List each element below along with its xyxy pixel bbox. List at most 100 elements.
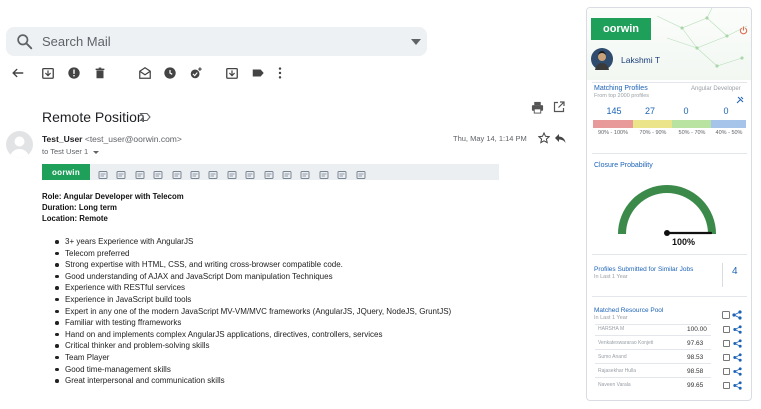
count-40-50[interactable]: 0 (711, 106, 741, 116)
resume-icon[interactable] (208, 167, 218, 179)
candidate-name[interactable]: Naveen Varala (598, 382, 631, 388)
important-marker-icon[interactable] (139, 111, 151, 123)
label-icon[interactable] (250, 65, 266, 81)
candidate-checkbox[interactable] (723, 368, 730, 375)
divider (592, 153, 747, 154)
share-icon[interactable] (733, 325, 742, 334)
sender-line: Test_User <test_user@oorwin.com> (42, 134, 182, 144)
closure-probability-title: Closure Probability (594, 162, 653, 169)
user-name: Lakshmi T (621, 55, 661, 65)
share-all-icon[interactable] (732, 310, 742, 320)
open-new-window-icon[interactable] (553, 101, 565, 113)
mark-unread-icon[interactable] (137, 65, 153, 81)
briefcase-icon[interactable] (135, 167, 145, 179)
share-icon[interactable] (733, 339, 742, 348)
share-icon[interactable] (733, 353, 742, 362)
candidate-name[interactable]: Venkateswararao Konjeti (598, 340, 653, 346)
share-icon[interactable] (733, 367, 742, 376)
search-icon[interactable] (16, 33, 33, 50)
matched-resource-pool-title: Matched Resource Pool (594, 307, 664, 314)
list-item: Team Player (53, 352, 451, 364)
note-icon[interactable] (172, 167, 182, 179)
attach-icon[interactable] (245, 167, 255, 179)
snooze-icon[interactable] (162, 65, 178, 81)
table-row[interactable]: HARSHA M 100.00 (595, 324, 751, 336)
duration-line: Duration: Long term (42, 203, 117, 213)
candidate-score: 98.53 (687, 354, 704, 361)
archive-icon[interactable] (40, 65, 56, 81)
candidate-score: 100.00 (687, 326, 707, 333)
range-bar-90-100 (593, 120, 633, 128)
search-bar[interactable]: Search Mail (6, 27, 427, 56)
range-label: 90% - 100% (598, 130, 628, 136)
matching-profiles-subtitle: From top 2000 profiles (594, 93, 650, 99)
profiles-submitted-subtitle: In Last 1 Year (594, 274, 628, 280)
print-icon[interactable] (531, 101, 544, 114)
row-divider (595, 363, 711, 364)
candidate-name[interactable]: Rajasekhar Hulla (598, 368, 636, 374)
share-icon[interactable] (733, 381, 742, 390)
power-off-icon[interactable] (739, 26, 748, 35)
filter-icon[interactable] (356, 167, 366, 179)
refresh-icon[interactable] (337, 167, 347, 179)
table-row[interactable]: Naveen Varala 99.65 (595, 380, 751, 392)
row-divider (595, 377, 711, 378)
report-spam-icon[interactable] (66, 65, 82, 81)
back-arrow-icon[interactable] (10, 65, 26, 81)
table-row[interactable]: Venkateswararao Konjeti 97.63 (595, 338, 751, 350)
range-label: 40% - 50% (715, 130, 743, 136)
document-icon[interactable] (190, 167, 200, 179)
candidate-checkbox[interactable] (723, 382, 730, 389)
candidate-checkbox[interactable] (723, 354, 730, 361)
oorwin-side-panel: oorwin Lakshmi T Matching Profiles Angul… (586, 7, 752, 401)
candidate-name[interactable]: HARSHA M (598, 326, 624, 332)
range-bar-40-50 (711, 120, 746, 128)
tools-icon[interactable] (736, 96, 744, 104)
candidate-checkbox[interactable] (723, 326, 730, 333)
job-icon[interactable] (116, 167, 126, 179)
org-chart-icon[interactable] (300, 167, 310, 179)
range-label: 70% - 90% (639, 130, 667, 136)
divider (722, 263, 723, 287)
candidate-score: 97.63 (687, 340, 704, 347)
closure-gauge (618, 185, 716, 236)
reply-icon[interactable] (554, 132, 566, 144)
send-icon[interactable] (264, 167, 274, 179)
contact-card-icon[interactable] (153, 167, 163, 179)
add-task-icon[interactable] (188, 65, 204, 81)
user-avatar (591, 48, 613, 70)
candidate-checkbox[interactable] (723, 340, 730, 347)
search-input[interactable]: Search Mail (42, 34, 111, 49)
table-row[interactable]: Sumo Anand 98.53 (595, 352, 751, 364)
search-options-icon[interactable] (411, 39, 421, 45)
delete-icon[interactable] (92, 65, 108, 81)
calendar-icon[interactable] (282, 167, 292, 179)
range-bar-50-70 (672, 120, 711, 128)
count-50-70[interactable]: 0 (671, 106, 701, 116)
move-to-icon[interactable] (224, 65, 240, 81)
list-item: Experience with RESTful services (53, 282, 451, 294)
closure-percentage: 100% (672, 237, 696, 247)
count-90-100[interactable]: 145 (599, 106, 629, 116)
candidate-name[interactable]: Sumo Anand (598, 354, 627, 360)
star-icon[interactable] (538, 132, 550, 144)
add-candidate-icon[interactable] (98, 167, 108, 179)
list-item: 3+ years Experience with AngularJS (53, 236, 451, 248)
profiles-submitted-count[interactable]: 4 (732, 266, 738, 277)
select-all-checkbox[interactable] (722, 311, 731, 320)
panel-oorwin-logo: oorwin (591, 18, 651, 40)
matching-profiles-title[interactable]: Matching Profiles (594, 85, 648, 92)
email-template-icon[interactable] (227, 167, 237, 179)
oorwin-addon-logo[interactable]: oorwin (42, 164, 90, 180)
candidate-score: 98.58 (687, 368, 704, 375)
expand-icon[interactable] (319, 167, 329, 179)
recipient-line[interactable]: to Test User 1 (42, 147, 100, 156)
person-icon (9, 136, 30, 158)
count-70-90[interactable]: 27 (635, 106, 665, 116)
recipient-details-chevron-icon[interactable] (93, 150, 100, 154)
sender-name[interactable]: Test_User (42, 134, 82, 144)
email-role-block: Role: Angular Developer with Telecom Dur… (42, 191, 184, 225)
table-row[interactable]: Rajasekhar Hulla 98.58 (595, 366, 751, 378)
more-options-icon[interactable] (272, 65, 288, 81)
user-photo-icon (595, 51, 609, 70)
